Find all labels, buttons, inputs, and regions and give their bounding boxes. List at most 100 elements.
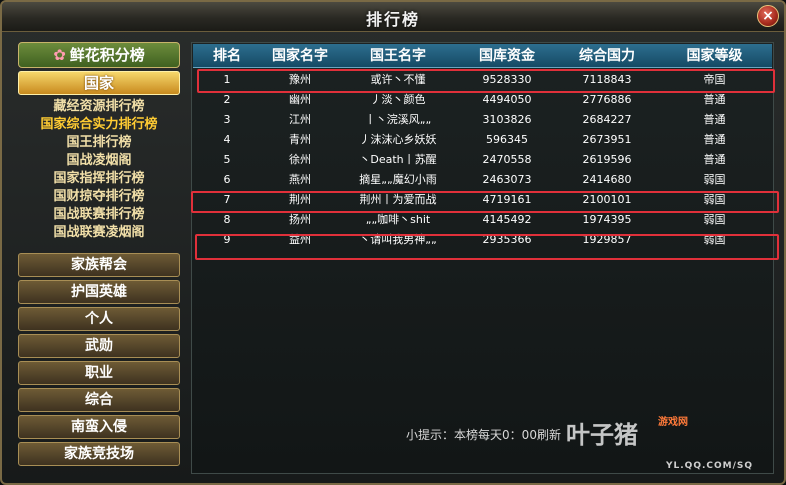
cell-treasury: 2935366	[482, 233, 532, 246]
header-level[interactable]: 国家等级	[657, 44, 772, 67]
close-icon: ×	[762, 8, 774, 24]
table-row[interactable]: 5 徐州 丶Death丨苏醒 2470558 2619596 普通	[193, 150, 772, 170]
cell-king: 丶Death丨苏醒	[359, 153, 437, 166]
cell-king: 丶请叫我男神„„	[359, 233, 437, 246]
table-row[interactable]: 6 燕州 摘星„„魔幻小雨 2463073 2414680 弱国	[193, 170, 772, 190]
cell-power: 1929857	[582, 233, 632, 246]
cell-treasury: 3103826	[482, 113, 532, 126]
country-sub-list: 藏经资源排行榜 国家综合实力排行榜 国王排行榜 国战凌烟阁 国家指挥排行榜 国财…	[18, 98, 180, 242]
table-row[interactable]: 2 幽州 丿淡丶颜色 4494050 2776886 普通	[193, 90, 772, 110]
cell-treasury: 4145492	[482, 213, 532, 226]
cell-treasury: 596345	[486, 133, 528, 146]
cell-level: 普通	[703, 113, 726, 126]
cell-king: 丿沫沫心乡妖妖	[359, 133, 437, 146]
watermark-logo-text: 叶子猪	[566, 421, 638, 449]
cell-level: 弱国	[703, 173, 726, 186]
cell-level: 帝国	[703, 73, 726, 86]
cell-level: 弱国	[703, 193, 726, 206]
cell-rank: 6	[223, 173, 231, 186]
cell-level: 弱国	[703, 233, 726, 246]
cell-power: 7118843	[582, 73, 632, 86]
cell-country: 扬州	[289, 213, 311, 226]
header-treasury[interactable]: 国库资金	[457, 44, 557, 67]
cell-power: 2776886	[582, 93, 632, 106]
nav-item-profession[interactable]: 职业	[18, 361, 180, 385]
sub-item-war-hall[interactable]: 国战凌烟阁	[18, 152, 180, 170]
sub-item-resource-ranking[interactable]: 藏经资源排行榜	[18, 98, 180, 116]
ranking-window: 排行榜 × ✿ 鲜花积分榜 国家 藏经资源排行榜 国家综合实力排行榜 国王排行榜 …	[0, 0, 786, 485]
cell-country: 荆州	[289, 193, 311, 206]
nav-item-family-arena[interactable]: 家族竞技场	[18, 442, 180, 466]
sub-item-king-ranking[interactable]: 国王排行榜	[18, 134, 180, 152]
nav-item-family-guild[interactable]: 家族帮会	[18, 253, 180, 277]
cell-country: 益州	[289, 233, 311, 246]
category-nav-list: 家族帮会 护国英雄 个人 武勋 职业 综合 南蛮入侵 家族竞技场	[18, 253, 180, 469]
cell-rank: 4	[223, 133, 231, 146]
cell-country: 豫州	[289, 73, 311, 86]
cell-level: 弱国	[703, 213, 726, 226]
cell-country: 幽州	[289, 93, 311, 106]
nav-item-national-hero[interactable]: 护国英雄	[18, 280, 180, 304]
cell-treasury: 2470558	[482, 153, 532, 166]
cell-treasury: 4494050	[482, 93, 532, 106]
cell-rank: 2	[223, 93, 231, 106]
site-watermark: 叶子猪 游戏网 YL.QQ.COM/SQ	[566, 405, 776, 477]
cell-king: 荆州丨为爱而战	[359, 193, 437, 206]
cell-king: 摘星„„魔幻小雨	[359, 173, 437, 186]
table-row[interactable]: 8 扬州 „„咖啡丶shit 4145492 1974395 弱国	[193, 210, 772, 230]
cell-level: 普通	[703, 153, 726, 166]
table-body: 1 豫州 或许丶不懂 9528330 7118843 帝国 2 幽州 丿淡丶颜色…	[193, 70, 772, 250]
sub-item-command-ranking[interactable]: 国家指挥排行榜	[18, 170, 180, 188]
cell-rank: 8	[223, 213, 231, 226]
cell-treasury: 4719161	[482, 193, 532, 206]
window-title: 排行榜	[365, 10, 420, 29]
cell-country: 徐州	[289, 153, 311, 166]
watermark-site-text: 游戏网	[658, 417, 688, 428]
table-row[interactable]: 7 荆州 荆州丨为爱而战 4719161 2100101 弱国	[193, 190, 772, 210]
cell-rank: 1	[223, 73, 231, 86]
flower-icon: ✿	[53, 46, 66, 64]
table-row[interactable]: 1 豫州 或许丶不懂 9528330 7118843 帝国	[193, 70, 772, 90]
watermark-url: YL.QQ.COM/SQ	[666, 461, 754, 471]
cell-country: 燕州	[289, 173, 311, 186]
table-row[interactable]: 9 益州 丶请叫我男神„„ 2935366 1929857 弱国	[193, 230, 772, 250]
cell-treasury: 9528330	[482, 73, 532, 86]
table-row[interactable]: 3 江州 丨丶浣溪风„„ 3103826 2684227 普通	[193, 110, 772, 130]
nav-item-merit[interactable]: 武勋	[18, 334, 180, 358]
cell-king: 或许丶不懂	[370, 73, 426, 86]
header-power[interactable]: 综合国力	[557, 44, 657, 67]
close-button[interactable]: ×	[757, 5, 779, 27]
sub-item-plunder-ranking[interactable]: 国财掠夺排行榜	[18, 188, 180, 206]
sub-item-league-hall[interactable]: 国战联赛凌烟阁	[18, 224, 180, 242]
cell-power: 2414680	[582, 173, 632, 186]
cell-country: 江州	[289, 113, 311, 126]
cell-rank: 7	[223, 193, 231, 206]
sub-item-comprehensive-strength[interactable]: 国家综合实力排行榜	[18, 116, 180, 134]
cell-power: 2100101	[582, 193, 632, 206]
cell-treasury: 2463073	[482, 173, 532, 186]
header-country[interactable]: 国家名字	[261, 44, 339, 67]
table-header: 排名 国家名字 国王名字 国库资金 综合国力 国家等级	[193, 44, 772, 68]
nav-item-barbarian-invasion[interactable]: 南蛮入侵	[18, 415, 180, 439]
category-country-active[interactable]: 国家	[18, 71, 180, 95]
cell-level: 普通	[703, 93, 726, 106]
title-bar: 排行榜 ×	[2, 2, 784, 32]
nav-item-overall[interactable]: 综合	[18, 388, 180, 412]
cell-level: 普通	[703, 133, 726, 146]
cell-power: 2619596	[582, 153, 632, 166]
cell-rank: 5	[223, 153, 231, 166]
cell-king: 丿淡丶颜色	[370, 93, 426, 106]
cell-rank: 3	[223, 113, 231, 126]
table-row[interactable]: 4 青州 丿沫沫心乡妖妖 596345 2673951 普通	[193, 130, 772, 150]
cell-rank: 9	[223, 233, 231, 246]
cell-king: 丨丶浣溪风„„	[364, 113, 432, 126]
cell-power: 2673951	[582, 133, 632, 146]
cell-country: 青州	[289, 133, 311, 146]
sidebar: ✿ 鲜花积分榜 国家 藏经资源排行榜 国家综合实力排行榜 国王排行榜 国战凌烟阁 …	[14, 42, 182, 474]
header-rank[interactable]: 排名	[193, 44, 261, 67]
header-king[interactable]: 国王名字	[339, 44, 457, 67]
cell-power: 1974395	[582, 213, 632, 226]
nav-item-personal[interactable]: 个人	[18, 307, 180, 331]
sub-item-league-ranking[interactable]: 国战联赛排行榜	[18, 206, 180, 224]
flower-ranking-tab[interactable]: ✿ 鲜花积分榜	[18, 42, 180, 68]
